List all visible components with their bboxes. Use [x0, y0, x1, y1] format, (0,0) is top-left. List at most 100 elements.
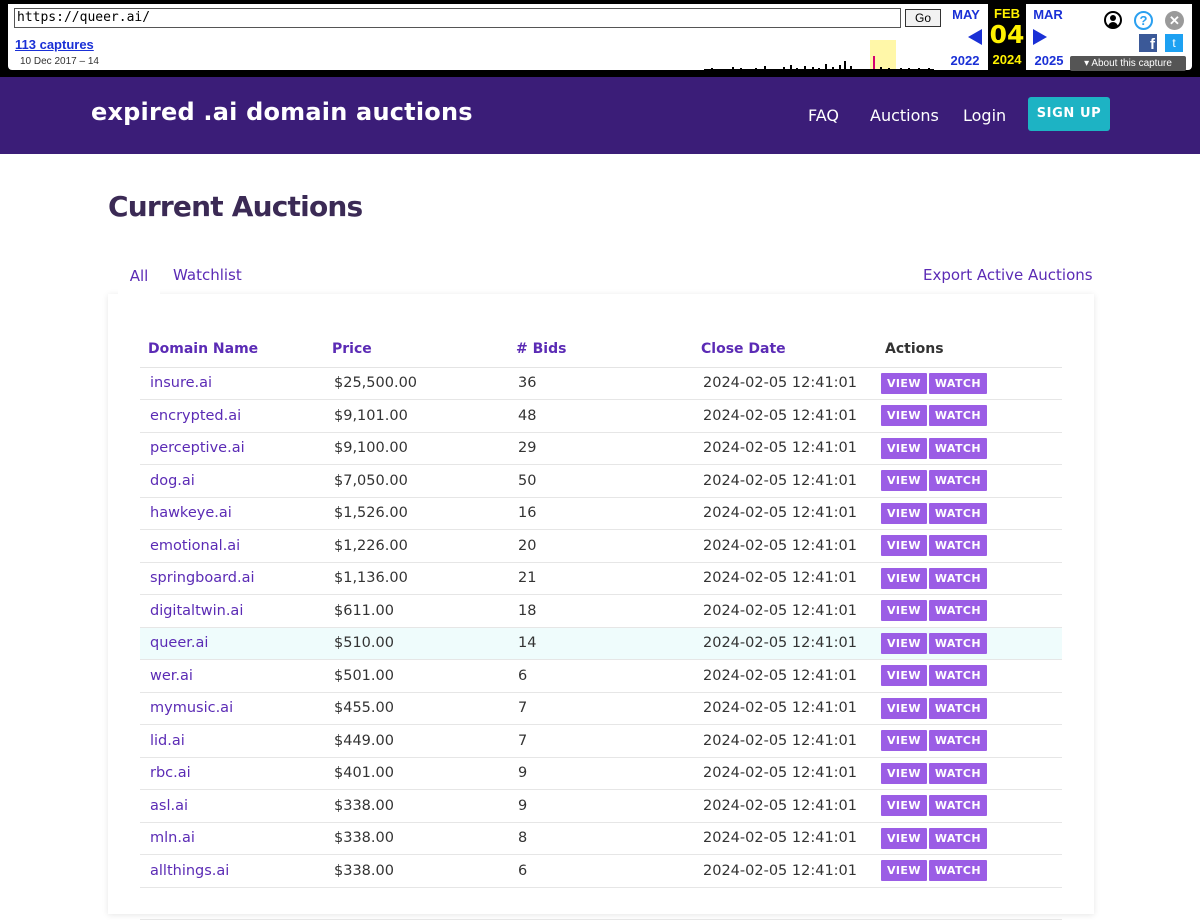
- view-button[interactable]: VIEW: [881, 372, 927, 394]
- domain-cell[interactable]: lid.ai: [140, 724, 324, 758]
- view-button[interactable]: VIEW: [881, 827, 927, 849]
- domain-cell[interactable]: encrypted.ai: [140, 399, 324, 433]
- watch-button[interactable]: WATCH: [928, 665, 987, 687]
- help-icon[interactable]: ?: [1134, 11, 1153, 30]
- captures-link[interactable]: 113 captures: [15, 37, 94, 52]
- column-bids[interactable]: # Bids: [508, 331, 693, 368]
- wayback-go-button[interactable]: Go: [905, 9, 941, 27]
- price-cell: $338.00: [324, 822, 508, 855]
- nav-faq[interactable]: FAQ: [808, 106, 839, 125]
- table-row: insure.ai $25,500.00 36 2024-02-05 12:41:01…: [140, 367, 1062, 400]
- bids-cell: 48: [508, 399, 693, 433]
- bids-cell: [508, 887, 693, 920]
- price-cell: $9,100.00: [324, 432, 508, 465]
- tab-watchlist[interactable]: Watchlist: [173, 266, 242, 284]
- column-price[interactable]: Price: [324, 331, 508, 368]
- nav-auctions[interactable]: Auctions: [870, 106, 939, 125]
- nav-login[interactable]: Login: [963, 106, 1006, 125]
- price-cell: [324, 887, 508, 920]
- price-cell: $338.00: [324, 789, 508, 823]
- domain-cell[interactable]: dog.ai: [140, 464, 324, 498]
- watch-button[interactable]: WATCH: [928, 762, 987, 784]
- view-button[interactable]: VIEW: [881, 665, 927, 687]
- column-close-date[interactable]: Close Date: [693, 331, 877, 368]
- view-button[interactable]: VIEW: [881, 632, 927, 654]
- watch-button[interactable]: WATCH: [928, 535, 987, 557]
- domain-cell[interactable]: perceptive.ai: [140, 432, 324, 465]
- next-year-link[interactable]: 2025: [1029, 53, 1069, 68]
- watch-button[interactable]: WATCH: [928, 827, 987, 849]
- prev-capture-arrow-icon[interactable]: [968, 29, 982, 45]
- domain-cell[interactable]: digitaltwin.ai: [140, 594, 324, 628]
- view-button[interactable]: VIEW: [881, 860, 927, 882]
- domain-cell[interactable]: wer.ai: [140, 659, 324, 693]
- watch-button[interactable]: WATCH: [928, 470, 987, 492]
- actions-cell: VIEW WATCH: [877, 432, 1062, 465]
- watch-button[interactable]: WATCH: [928, 860, 987, 882]
- prev-month-link[interactable]: MAY: [946, 7, 986, 22]
- actions-cell: VIEW WATCH: [877, 497, 1062, 530]
- domain-cell[interactable]: springboard.ai: [140, 562, 324, 595]
- domain-cell[interactable]: queer.ai: [140, 627, 324, 660]
- column-domain-name[interactable]: Domain Name: [140, 331, 324, 368]
- tab-all[interactable]: All: [118, 266, 160, 296]
- watch-button[interactable]: WATCH: [928, 795, 987, 817]
- domain-cell[interactable]: emotional.ai: [140, 529, 324, 563]
- view-button[interactable]: VIEW: [881, 502, 927, 524]
- close-icon[interactable]: ✕: [1165, 11, 1184, 30]
- domain-cell[interactable]: asl.ai: [140, 789, 324, 823]
- actions-cell: VIEW WATCH: [877, 757, 1062, 790]
- domain-cell[interactable]: hawkeye.ai: [140, 497, 324, 530]
- price-cell: $1,526.00: [324, 497, 508, 530]
- twitter-icon[interactable]: t: [1165, 34, 1183, 52]
- watch-button[interactable]: WATCH: [928, 437, 987, 459]
- watch-button[interactable]: WATCH: [928, 600, 987, 622]
- domain-cell[interactable]: [140, 887, 324, 920]
- facebook-icon[interactable]: f: [1139, 34, 1157, 53]
- wayback-url-input[interactable]: https://queer.ai/: [14, 8, 901, 28]
- domain-cell[interactable]: mymusic.ai: [140, 692, 324, 725]
- bids-cell: 7: [508, 692, 693, 725]
- watch-button[interactable]: WATCH: [928, 502, 987, 524]
- view-button[interactable]: VIEW: [881, 762, 927, 784]
- watch-button[interactable]: WATCH: [928, 697, 987, 719]
- close-date-cell: 2024-02-05 12:41:01: [693, 464, 877, 498]
- price-cell: $9,101.00: [324, 399, 508, 433]
- about-capture-button[interactable]: ▾ About this capture: [1070, 56, 1186, 71]
- prev-year-link[interactable]: 2022: [945, 53, 985, 68]
- view-button[interactable]: VIEW: [881, 730, 927, 752]
- view-button[interactable]: VIEW: [881, 470, 927, 492]
- watch-button[interactable]: WATCH: [928, 730, 987, 752]
- view-button[interactable]: VIEW: [881, 600, 927, 622]
- domain-cell[interactable]: rbc.ai: [140, 757, 324, 790]
- next-capture-arrow-icon[interactable]: [1033, 29, 1047, 45]
- user-account-icon[interactable]: [1104, 11, 1122, 29]
- view-button[interactable]: VIEW: [881, 697, 927, 719]
- site-brand[interactable]: expired .ai domain auctions: [91, 98, 473, 126]
- next-month-link[interactable]: MAR: [1028, 7, 1068, 22]
- view-button[interactable]: VIEW: [881, 535, 927, 557]
- price-cell: $25,500.00: [324, 367, 508, 400]
- view-button[interactable]: VIEW: [881, 437, 927, 459]
- domain-cell[interactable]: mln.ai: [140, 822, 324, 855]
- view-button[interactable]: VIEW: [881, 567, 927, 589]
- actions-cell: VIEW WATCH: [877, 724, 1062, 758]
- watch-button[interactable]: WATCH: [928, 632, 987, 654]
- actions-cell: VIEW WATCH: [877, 692, 1062, 725]
- domain-cell[interactable]: insure.ai: [140, 367, 324, 400]
- domain-cell[interactable]: allthings.ai: [140, 854, 324, 888]
- actions-cell: VIEW WATCH: [877, 854, 1062, 888]
- close-date-cell: 2024-02-05 12:41:01: [693, 497, 877, 530]
- view-button[interactable]: VIEW: [881, 795, 927, 817]
- export-active-auctions-link[interactable]: Export Active Auctions: [923, 266, 1093, 284]
- capture-sparkline[interactable]: [128, 34, 938, 70]
- watch-button[interactable]: WATCH: [928, 405, 987, 427]
- actions-cell: VIEW WATCH: [877, 367, 1062, 400]
- view-button[interactable]: VIEW: [881, 405, 927, 427]
- watch-button[interactable]: WATCH: [928, 567, 987, 589]
- bids-cell: 9: [508, 757, 693, 790]
- bids-cell: 6: [508, 854, 693, 888]
- auctions-table: Domain Name Price # Bids Close Date Acti…: [140, 331, 1062, 920]
- watch-button[interactable]: WATCH: [928, 372, 987, 394]
- sign-up-button[interactable]: SIGN UP: [1028, 97, 1110, 131]
